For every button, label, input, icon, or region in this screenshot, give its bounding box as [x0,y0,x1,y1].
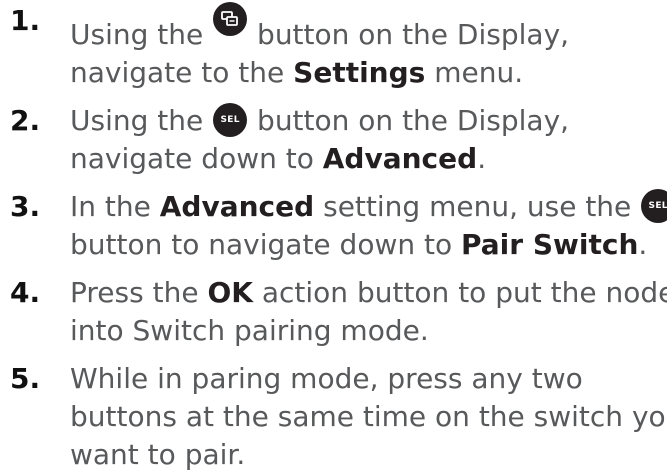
step-text: Using the [70,18,213,51]
step-line: Press the OK action button to put the no… [70,274,667,312]
step-text: Using the [70,104,213,137]
step-number: 1. [10,4,41,37]
step-text: Press the [70,276,208,309]
step-text: . [477,142,487,175]
step-text: . [638,228,648,261]
sel-button-icon: SEL [213,103,248,137]
step-3: 3. In the Advanced setting menu, use the… [0,188,667,264]
step-2: 2. Using the SEL button on the Display, … [0,102,667,178]
step-line: want to pair. [70,438,246,471]
step-text: menu. [425,56,524,89]
step-text: In the [70,190,160,223]
step-4: 4. Press the OK action button to put the… [0,274,667,350]
sel-button-icon: SEL [641,189,667,223]
step-1: 1. Using the button on the Display, navi… [0,0,667,92]
step-line: Using the SEL button on the Display, [70,102,667,140]
step-number: 2. [10,104,41,137]
step-number: 4. [10,276,41,309]
step-number: 5. [10,362,41,395]
step-line: While in paring mode, press any two [70,362,583,395]
step-line: into Switch pairing mode. [70,314,429,347]
step-line: navigate to the Settings menu. [70,54,667,92]
step-text: setting menu, use the [314,190,641,223]
button-name: OK [207,276,253,309]
step-text: button to navigate down to [70,228,462,261]
step-text: navigate to the [70,56,294,89]
step-text: action button to put the node [252,276,667,309]
step-text: button on the Display, [248,18,570,51]
step-line: In the Advanced setting menu, use the SE… [70,188,667,226]
step-text: button on the Display, [248,104,570,137]
step-number: 3. [10,190,41,223]
step-text: navigate down to [70,142,323,175]
display-menu-button-icon [213,2,248,36]
step-line: navigate down to Advanced. [70,140,667,178]
step-line: Using the button on the Display, [70,2,667,54]
step-line: button to navigate down to Pair Switch. [70,226,667,264]
menu-item-name: Pair Switch [461,228,639,261]
menu-name: Settings [293,56,426,89]
step-line: buttons at the same time on the switch y… [70,400,667,433]
menu-name: Advanced [322,142,478,175]
instruction-steps: 1. Using the button on the Display, navi… [0,0,667,474]
menu-name: Advanced [159,190,315,223]
step-5: 5. While in paring mode, press any two b… [0,360,667,474]
